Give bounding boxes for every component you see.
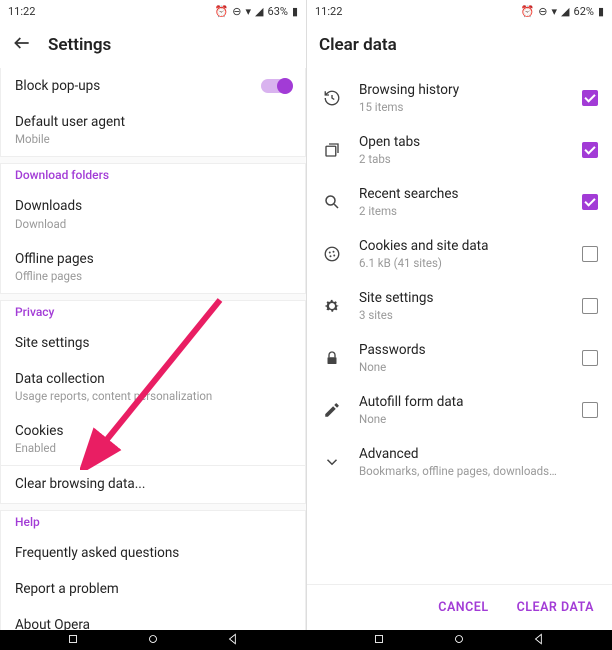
clear-data-item[interactable]: Autofill form dataNone bbox=[307, 384, 612, 436]
nav-home-icon[interactable] bbox=[452, 631, 466, 650]
dnd-icon: ⊖ bbox=[538, 5, 547, 18]
clear-data-item[interactable]: Recent searches2 items bbox=[307, 176, 612, 228]
wifi-icon: ▾ bbox=[246, 5, 252, 18]
checkbox[interactable] bbox=[582, 90, 598, 106]
app-bar: Settings bbox=[0, 22, 306, 68]
block-popups-label: Block pop-ups bbox=[15, 78, 261, 94]
report-problem-row[interactable]: Report a problem bbox=[1, 571, 305, 607]
site-settings-row[interactable]: Site settings bbox=[1, 325, 305, 361]
dnd-icon: ⊖ bbox=[232, 5, 241, 18]
battery-text: 63% bbox=[268, 5, 288, 18]
app-bar: Clear data bbox=[307, 22, 612, 68]
clear-data-item[interactable]: PasswordsNone bbox=[307, 332, 612, 384]
cookies-row[interactable]: Cookies Enabled bbox=[1, 413, 305, 465]
offline-pages-row[interactable]: Offline pages Offline pages bbox=[1, 241, 305, 293]
block-popups-row[interactable]: Block pop-ups bbox=[1, 68, 305, 104]
settings-screen: 11:22 ⏰ ⊖ ▾ ◢ 63% ▮ Settings Block pop-u… bbox=[0, 0, 306, 630]
page-title: Clear data bbox=[319, 35, 397, 55]
nav-back-icon[interactable] bbox=[226, 631, 240, 650]
help-header: Help bbox=[1, 511, 305, 535]
chevron-down-icon bbox=[321, 453, 343, 471]
search-icon bbox=[321, 193, 343, 211]
downloads-row[interactable]: Downloads Download bbox=[1, 188, 305, 240]
clear-browsing-data-row[interactable]: Clear browsing data... bbox=[1, 466, 305, 502]
clear-data-screen: 11:22 ⏰ ⊖ ▾ ◢ 62% ▮ Clear data Browsing … bbox=[306, 0, 612, 630]
about-row[interactable]: About Opera bbox=[1, 607, 305, 630]
download-folders-header: Download folders bbox=[1, 164, 305, 188]
nav-home-icon[interactable] bbox=[146, 631, 160, 650]
clear-data-item[interactable]: Browsing history15 items bbox=[307, 72, 612, 124]
default-ua-sub: Mobile bbox=[15, 132, 291, 146]
default-user-agent-row[interactable]: Default user agent Mobile bbox=[1, 104, 305, 156]
checkbox[interactable] bbox=[582, 298, 598, 314]
android-nav-bar bbox=[0, 630, 612, 650]
alarm-icon: ⏰ bbox=[521, 5, 535, 18]
battery-icon: ▮ bbox=[598, 5, 604, 18]
advanced-row[interactable]: AdvancedBookmarks, offline pages, downlo… bbox=[307, 436, 612, 488]
faq-row[interactable]: Frequently asked questions bbox=[1, 535, 305, 571]
lock-icon bbox=[321, 349, 343, 367]
signal-icon: ◢ bbox=[255, 5, 263, 18]
clock: 11:22 bbox=[8, 5, 215, 18]
back-icon[interactable] bbox=[12, 33, 32, 57]
alarm-icon: ⏰ bbox=[215, 5, 229, 18]
data-collection-row[interactable]: Data collection Usage reports, content p… bbox=[1, 361, 305, 413]
privacy-header: Privacy bbox=[1, 301, 305, 325]
page-title: Settings bbox=[48, 35, 111, 55]
default-ua-label: Default user agent bbox=[15, 114, 291, 130]
dialog-actions: CANCEL CLEAR DATA bbox=[307, 584, 612, 630]
battery-text: 62% bbox=[574, 5, 594, 18]
history-icon bbox=[321, 89, 343, 107]
checkbox[interactable] bbox=[582, 246, 598, 262]
battery-icon: ▮ bbox=[292, 5, 298, 18]
gear-icon bbox=[321, 297, 343, 315]
nav-back-icon[interactable] bbox=[532, 631, 546, 650]
cookie-icon bbox=[321, 245, 343, 263]
status-bar: 11:22 ⏰ ⊖ ▾ ◢ 63% ▮ bbox=[0, 0, 306, 22]
signal-icon: ◢ bbox=[561, 5, 569, 18]
tabs-icon bbox=[321, 141, 343, 159]
clear-data-button[interactable]: CLEAR DATA bbox=[517, 600, 594, 615]
block-popups-toggle[interactable] bbox=[261, 79, 291, 93]
status-bar: 11:22 ⏰ ⊖ ▾ ◢ 62% ▮ bbox=[307, 0, 612, 22]
cancel-button[interactable]: CANCEL bbox=[438, 600, 488, 615]
clear-data-item[interactable]: Open tabs2 tabs bbox=[307, 124, 612, 176]
checkbox[interactable] bbox=[582, 194, 598, 210]
nav-overview-icon[interactable] bbox=[372, 631, 386, 650]
clock: 11:22 bbox=[315, 5, 521, 18]
wifi-icon: ▾ bbox=[552, 5, 558, 18]
checkbox[interactable] bbox=[582, 350, 598, 366]
checkbox[interactable] bbox=[582, 142, 598, 158]
status-icons: ⏰ ⊖ ▾ ◢ 62% ▮ bbox=[521, 5, 604, 18]
pencil-icon bbox=[321, 401, 343, 419]
checkbox[interactable] bbox=[582, 402, 598, 418]
status-icons: ⏰ ⊖ ▾ ◢ 63% ▮ bbox=[215, 5, 298, 18]
nav-overview-icon[interactable] bbox=[66, 631, 80, 650]
clear-data-item[interactable]: Site settings3 sites bbox=[307, 280, 612, 332]
clear-data-item[interactable]: Cookies and site data6.1 kB (41 sites) bbox=[307, 228, 612, 280]
